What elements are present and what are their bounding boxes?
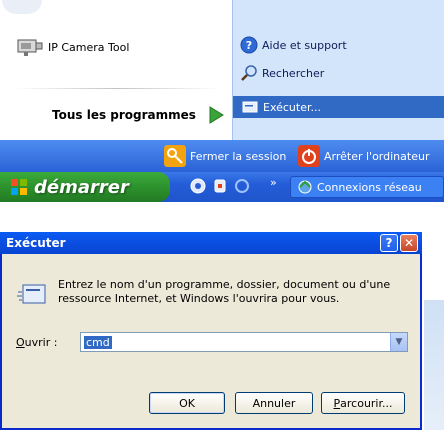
start-menu: IP Camera Tool Tous les programmes ? Aid… bbox=[0, 0, 444, 140]
svg-text:?: ? bbox=[246, 39, 252, 52]
open-combobox[interactable]: cmd ▼ bbox=[80, 332, 408, 352]
menu-separator bbox=[14, 88, 220, 89]
quicklaunch-app-icon[interactable] bbox=[190, 178, 206, 194]
all-programs-button[interactable]: Tous les programmes bbox=[52, 104, 226, 126]
run-label: Exécuter... bbox=[263, 100, 321, 114]
run-dialog-title: Exécuter bbox=[6, 236, 66, 250]
help-support-label: Aide et support bbox=[262, 38, 347, 52]
search-icon bbox=[241, 65, 257, 81]
search-label: Rechercher bbox=[262, 66, 325, 80]
browse-mnemonic: P bbox=[333, 396, 341, 410]
help-icon: ? bbox=[240, 36, 258, 54]
gap-area bbox=[0, 202, 444, 232]
cancel-button[interactable]: Annuler bbox=[235, 392, 313, 414]
run-icon bbox=[242, 101, 258, 113]
program-label: IP Camera Tool bbox=[48, 40, 130, 54]
open-combobox-value: cmd bbox=[84, 335, 112, 349]
ok-button[interactable]: OK bbox=[149, 392, 225, 414]
quicklaunch-more-chevron[interactable]: » bbox=[270, 176, 277, 189]
search-item[interactable]: Rechercher bbox=[240, 64, 324, 82]
titlebar-buttons: ? ✕ bbox=[380, 234, 418, 252]
run-dialog-titlebar[interactable]: Exécuter ? ✕ bbox=[0, 232, 422, 254]
help-button[interactable]: ? bbox=[380, 234, 398, 252]
quicklaunch-media-icon[interactable] bbox=[212, 178, 228, 194]
taskbar-button-label: Connexions réseau bbox=[317, 180, 422, 194]
start-label: démarrer bbox=[34, 176, 129, 198]
arrow-right-icon bbox=[204, 105, 225, 125]
logoff-key-icon bbox=[164, 145, 186, 167]
camera-icon bbox=[17, 39, 43, 56]
program-item-ip-camera-tool[interactable]: IP Camera Tool bbox=[16, 36, 129, 58]
network-connections-icon bbox=[298, 180, 312, 194]
all-programs-label: Tous les programmes bbox=[52, 108, 196, 122]
chevron-down-icon[interactable]: ▼ bbox=[390, 333, 407, 351]
logoff-label: Fermer la session bbox=[190, 149, 287, 163]
open-label-mnemonic: O bbox=[16, 336, 25, 349]
background-decoration bbox=[424, 300, 444, 430]
quick-launch bbox=[190, 178, 250, 194]
start-button[interactable]: démarrer bbox=[0, 172, 170, 202]
run-dialog-description: Entrez le nom d'un programme, dossier, d… bbox=[58, 278, 391, 305]
internet-explorer-icon[interactable] bbox=[234, 178, 250, 194]
browse-button[interactable]: Parcourir... bbox=[321, 392, 405, 414]
power-icon bbox=[298, 145, 320, 167]
open-label: Ouvrir : bbox=[16, 336, 57, 349]
logoff-button[interactable]: Fermer la session bbox=[164, 145, 286, 167]
help-support-item[interactable]: ? Aide et support bbox=[240, 36, 347, 54]
run-item[interactable]: Exécuter... bbox=[233, 96, 444, 118]
taskbar-button-network-connections[interactable]: Connexions réseau bbox=[290, 176, 444, 198]
open-label-text: uvrir : bbox=[24, 336, 58, 349]
shutdown-label: Arrêter l'ordinateur bbox=[324, 149, 430, 163]
windows-logo-icon bbox=[11, 179, 27, 195]
close-button[interactable]: ✕ bbox=[400, 234, 418, 252]
run-dialog-icon bbox=[17, 284, 46, 304]
shutdown-button[interactable]: Arrêter l'ordinateur bbox=[298, 145, 429, 167]
browse-label-text: arcourir... bbox=[340, 396, 393, 410]
